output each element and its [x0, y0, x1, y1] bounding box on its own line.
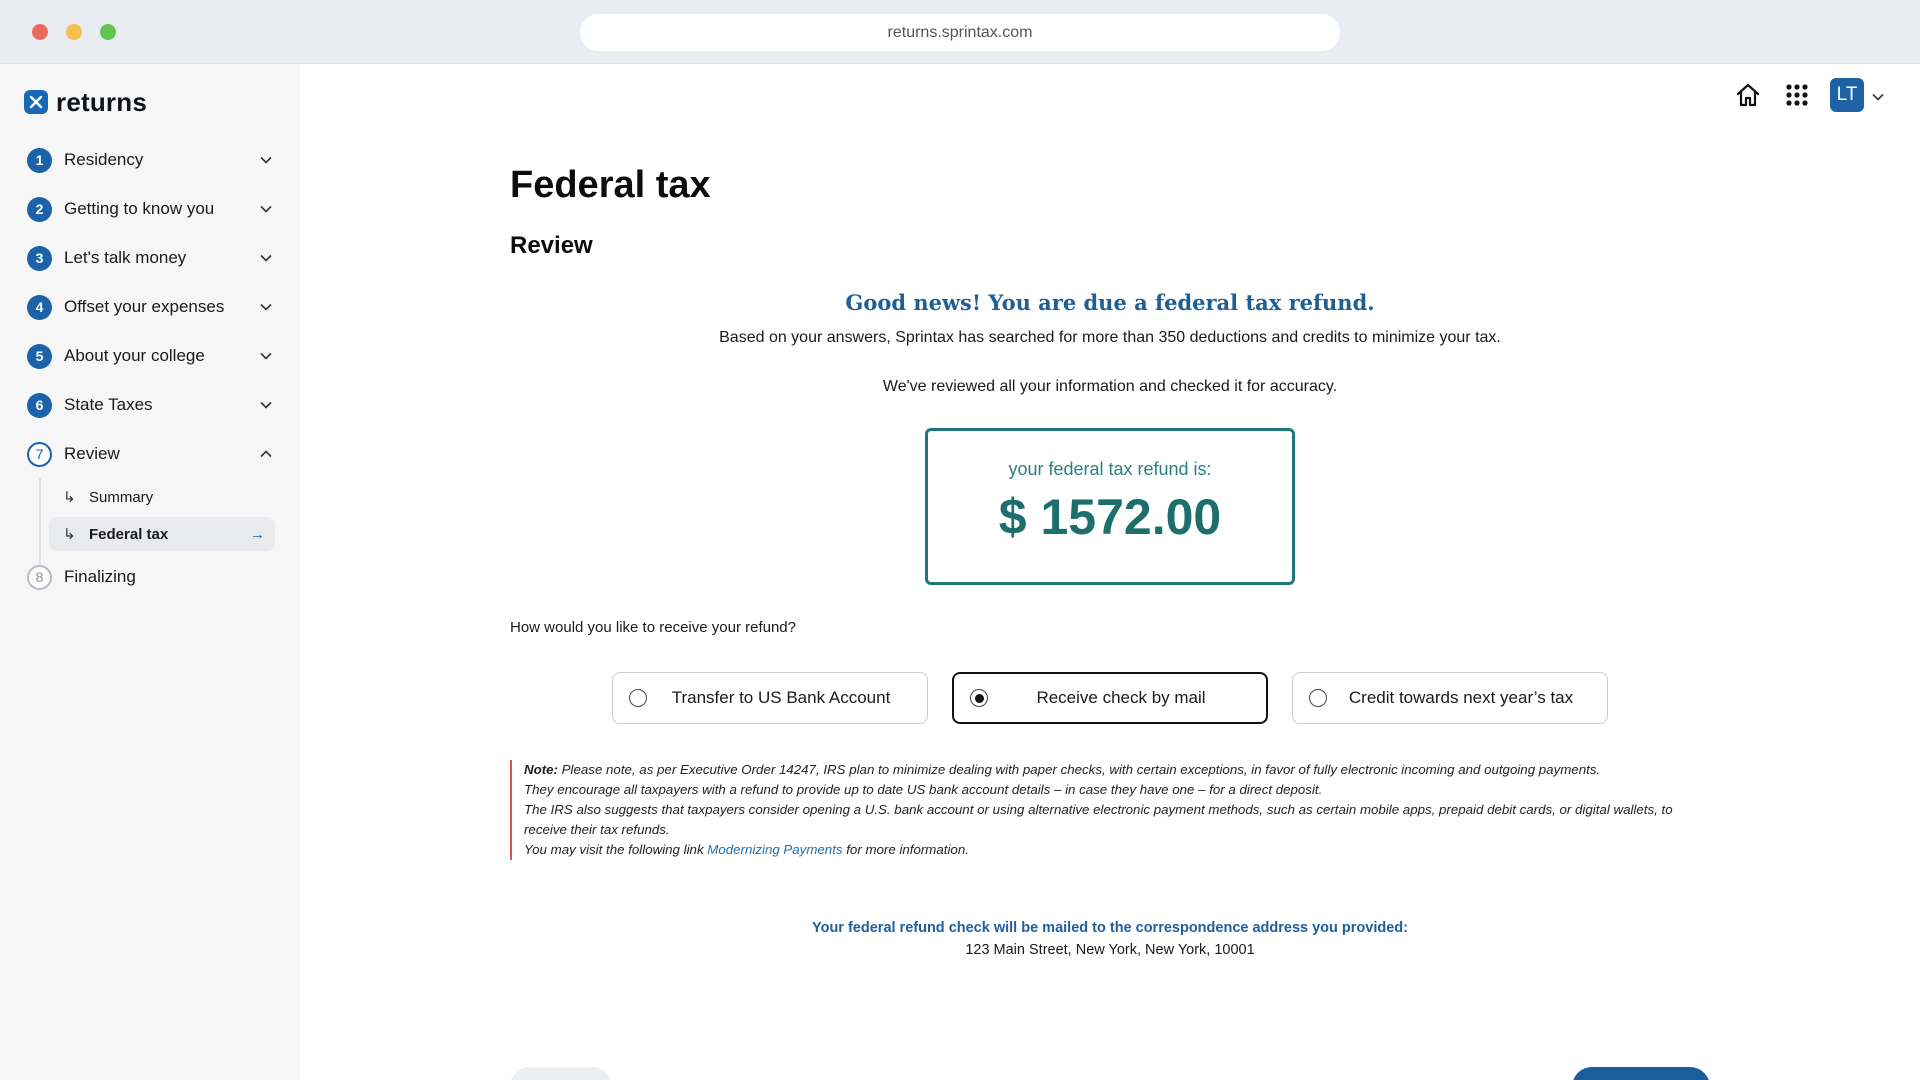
refund-method-question: How would you like to receive your refun…	[510, 619, 796, 636]
x-logo-icon	[24, 90, 48, 114]
app-logo[interactable]: returns	[24, 86, 147, 118]
step-number: 7	[27, 441, 52, 467]
step-number: 2	[27, 196, 52, 222]
sidebar-step-residency[interactable]: 1 Residency	[27, 145, 277, 175]
radio-button[interactable]	[1309, 689, 1327, 707]
refund-headline: Good news! You are due a federal tax ref…	[845, 290, 1375, 315]
option-credit-next-year[interactable]: Credit towards next year’s tax	[1292, 672, 1608, 724]
sidebar-step-lets-talk-money[interactable]: 3 Let's talk money	[27, 243, 277, 273]
substep-rail	[39, 478, 41, 572]
sidebar-substep-federal-tax[interactable]: ↳ Federal tax →	[49, 517, 275, 551]
note-line: You may visit the following link Moderni…	[524, 840, 1710, 860]
next-button[interactable]	[1572, 1067, 1710, 1080]
browser-chrome: returns.sprintax.com	[0, 0, 1920, 64]
step-label: Residency	[64, 150, 144, 169]
chevron-down-icon[interactable]	[259, 202, 273, 216]
chevron-down-icon[interactable]	[259, 251, 273, 265]
window-maximize-button[interactable]	[100, 24, 116, 40]
step-label: Getting to know you	[64, 199, 215, 218]
option-bank-transfer[interactable]: Transfer to US Bank Account	[612, 672, 928, 724]
step-number: 8	[27, 564, 52, 590]
option-label: Credit towards next year’s tax	[1348, 688, 1574, 707]
sidebar-step-state-taxes[interactable]: 6 State Taxes	[27, 390, 277, 420]
lead-text: We've reviewed all your information and …	[882, 378, 1338, 395]
back-button[interactable]	[510, 1067, 612, 1080]
radio-dot	[974, 693, 984, 703]
section-title: Review	[510, 232, 593, 259]
note-line: They encourage all taxpayers with a refu…	[524, 782, 1323, 797]
corner-arrow-icon: ↳	[63, 526, 76, 543]
corner-arrow-icon: ↳	[63, 489, 76, 506]
apps-grid-icon[interactable]	[1782, 80, 1812, 110]
sidebar-step-review[interactable]: 7 Review	[27, 439, 277, 469]
chevron-down-icon[interactable]	[259, 398, 273, 412]
note-line: The IRS also suggests that taxpayers con…	[524, 802, 1673, 837]
note-label: Note:	[524, 762, 558, 777]
step-label: Review	[64, 444, 120, 463]
sidebar-step-about-your-college[interactable]: 5 About your college	[27, 341, 277, 371]
step-label: About your college	[64, 346, 205, 365]
step-number: 3	[27, 245, 52, 271]
window-close-button[interactable]	[32, 24, 48, 40]
home-icon[interactable]	[1733, 80, 1763, 110]
chevron-down-icon[interactable]	[1872, 88, 1886, 102]
step-number: 1	[27, 147, 52, 173]
page-title: Federal tax	[510, 164, 711, 206]
address-bar[interactable]: returns.sprintax.com	[580, 14, 1340, 51]
modernizing-payments-link[interactable]: Modernizing Payments	[707, 842, 842, 857]
lead-text: Based on your answers, Sprintax has sear…	[719, 329, 1501, 346]
note-text: for more information.	[842, 842, 969, 857]
step-number: 5	[27, 343, 52, 369]
option-label: Transfer to US Bank Account	[671, 688, 891, 707]
substep-label: Federal tax	[89, 525, 169, 543]
option-label: Receive check by mail	[1036, 688, 1206, 707]
step-label: Finalizing	[64, 567, 136, 586]
chevron-up-icon[interactable]	[259, 447, 273, 461]
user-avatar[interactable]: LT	[1830, 78, 1864, 112]
refund-amount: $ 1572.00	[998, 489, 1222, 545]
step-number: 6	[27, 392, 52, 418]
note-text: You may visit the following link	[524, 842, 708, 857]
radio-button[interactable]	[970, 689, 988, 707]
step-label: Let's talk money	[64, 248, 187, 267]
sidebar: returns 1 Residency 2 Getting to know yo…	[0, 64, 300, 1080]
irs-note: Note: Please note, as per Executive Orde…	[510, 760, 1710, 860]
app-logo-text: returns	[56, 86, 147, 117]
sidebar-step-finalizing[interactable]: 8 Finalizing	[27, 562, 277, 592]
refund-label: your federal tax refund is:	[1008, 459, 1212, 479]
note-line: Note: Please note, as per Executive Orde…	[524, 760, 1710, 780]
chevron-down-icon[interactable]	[259, 153, 273, 167]
substep-label: Summary	[89, 488, 154, 506]
mailing-notice: Your federal refund check will be mailed…	[812, 920, 1408, 936]
step-number: 4	[27, 294, 52, 320]
chevron-down-icon[interactable]	[259, 349, 273, 363]
note-text: Please note, as per Executive Order 1424…	[557, 762, 1601, 777]
option-check-by-mail[interactable]: Receive check by mail	[952, 672, 1268, 724]
window-minimize-button[interactable]	[66, 24, 82, 40]
step-label: State Taxes	[64, 395, 153, 414]
refund-card: your federal tax refund is: $ 1572.00	[925, 428, 1295, 585]
mailing-address: 123 Main Street, New York, New York, 100…	[965, 942, 1255, 958]
step-label: Offset your expenses	[64, 297, 225, 316]
arrow-right-icon: →	[250, 525, 265, 543]
chevron-down-icon[interactable]	[259, 300, 273, 314]
sidebar-step-getting-to-know-you[interactable]: 2 Getting to know you	[27, 194, 277, 224]
sidebar-substep-summary[interactable]: ↳ Summary	[49, 480, 275, 514]
radio-button[interactable]	[629, 689, 647, 707]
sidebar-step-offset-your-expenses[interactable]: 4 Offset your expenses	[27, 292, 277, 322]
